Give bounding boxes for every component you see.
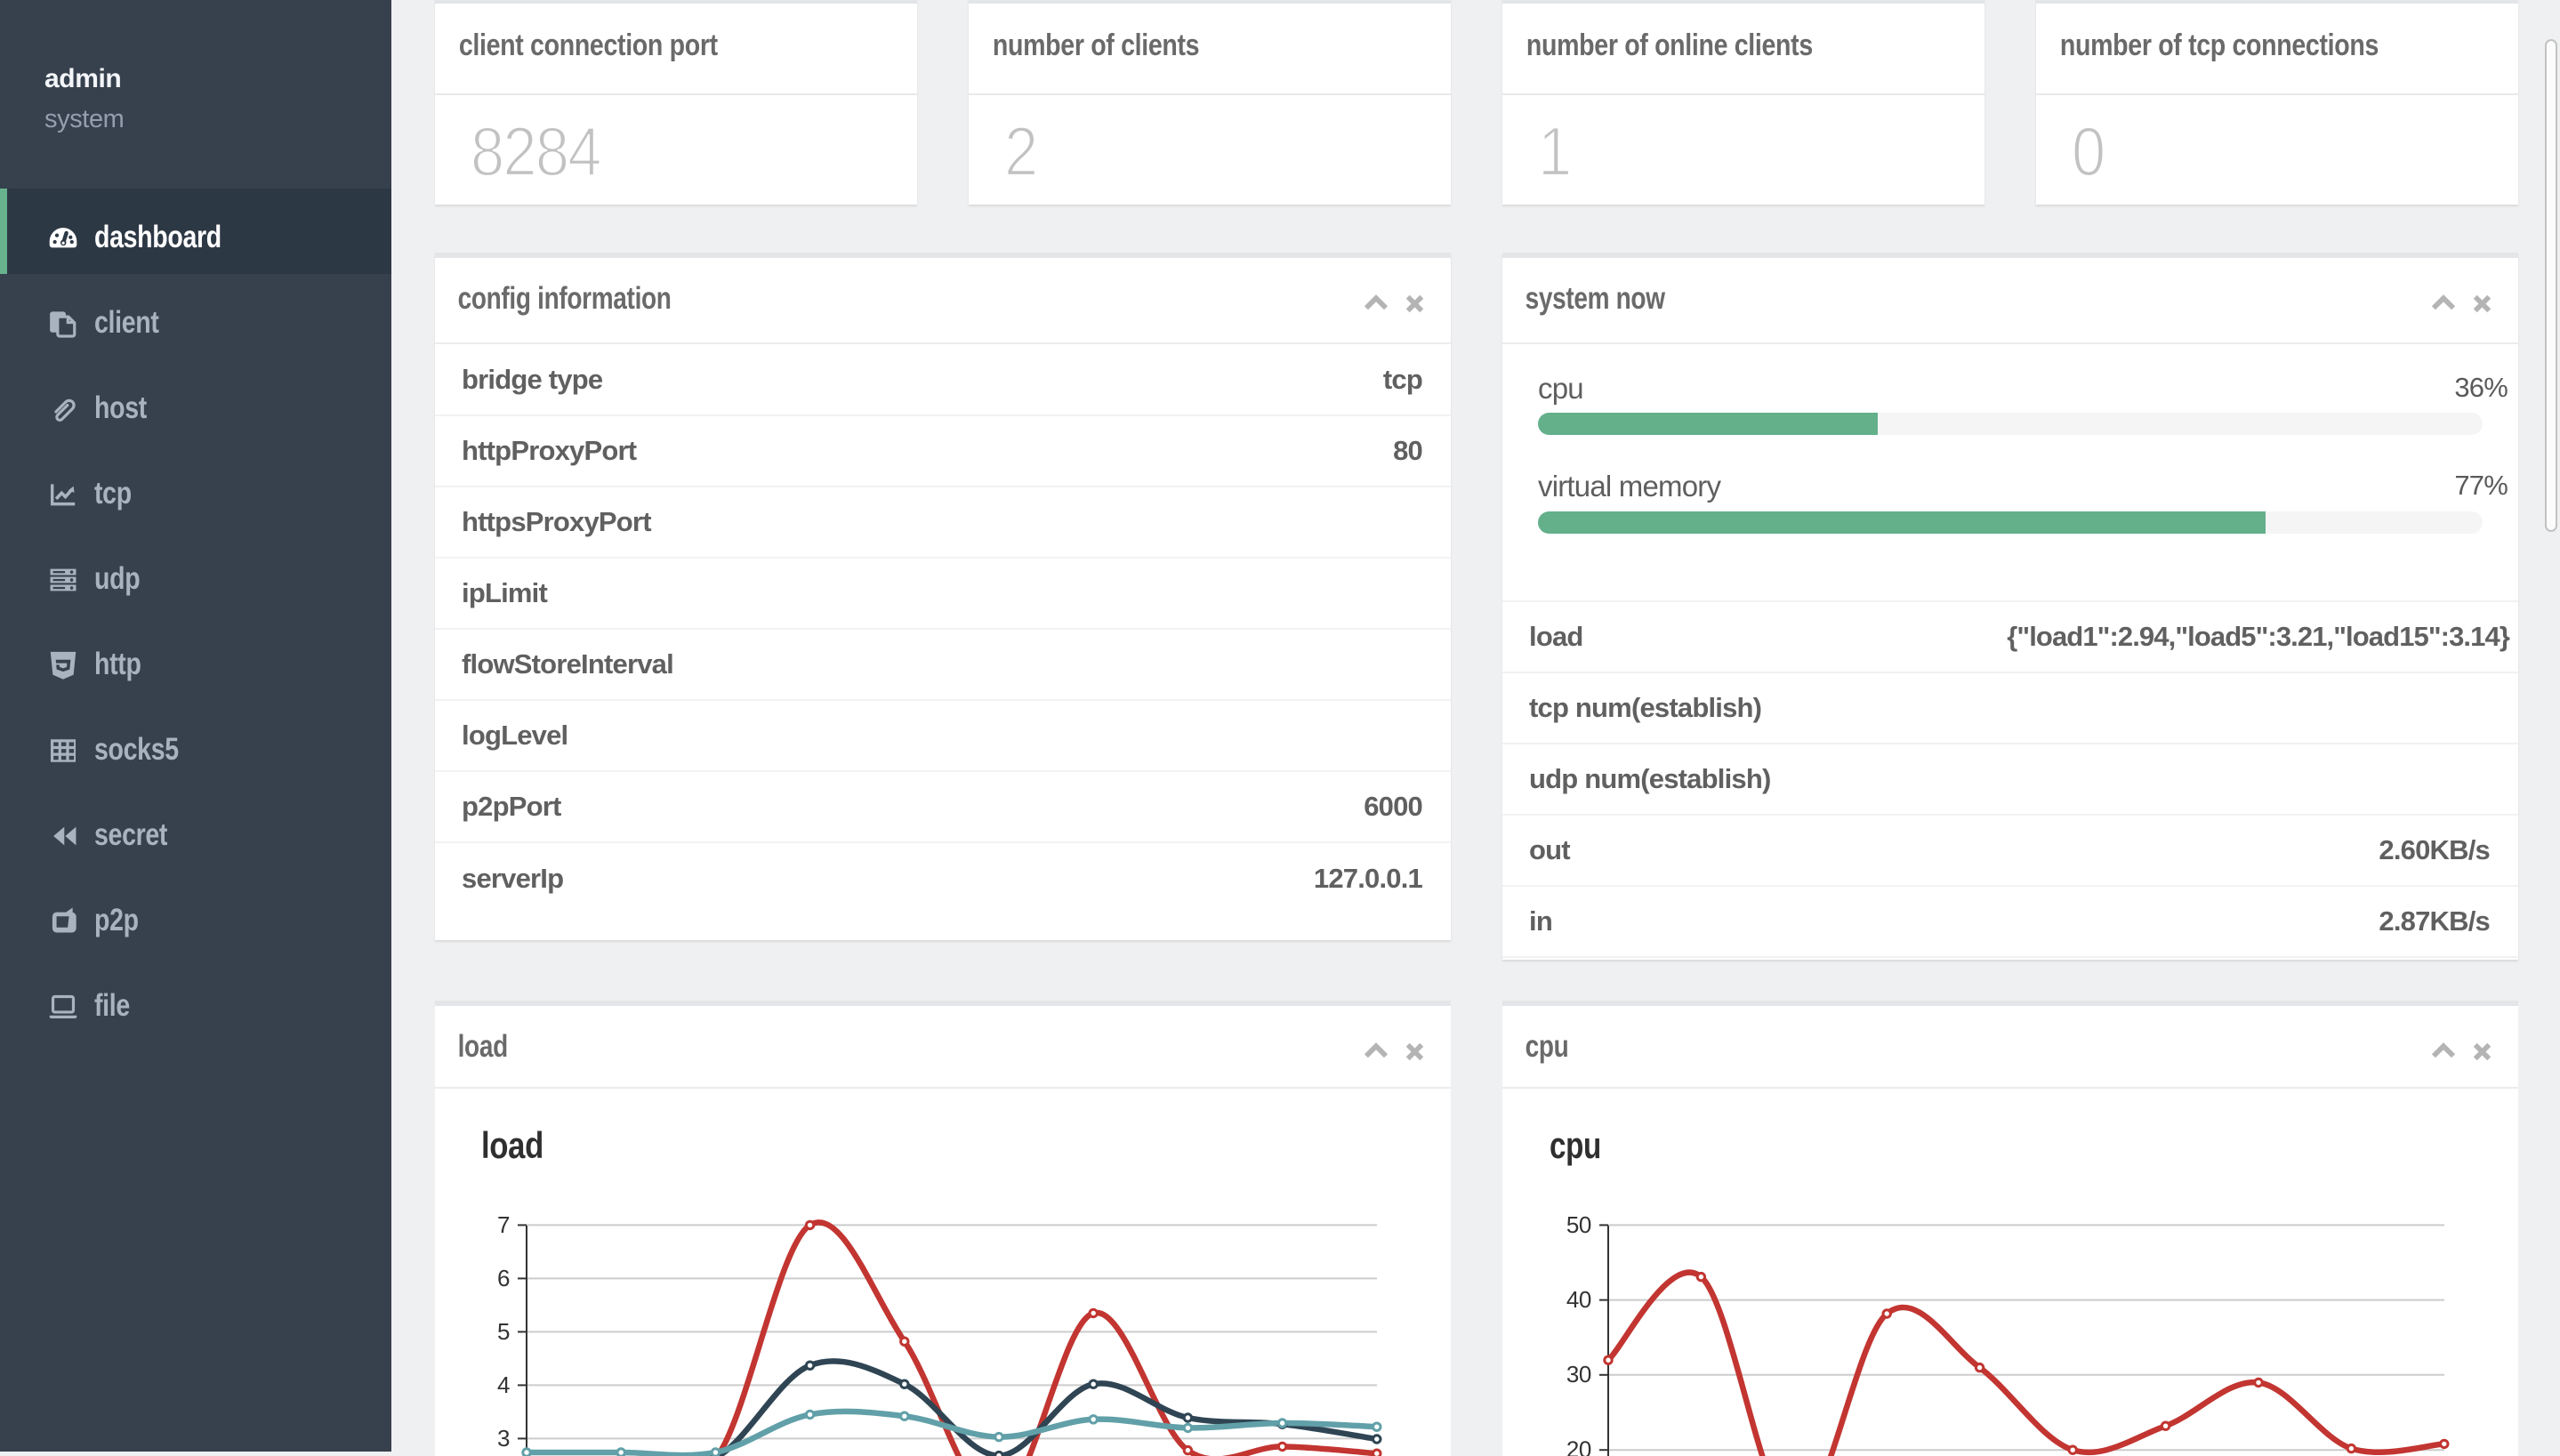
svg-text:3: 3 [497,1425,510,1452]
svg-text:5: 5 [497,1318,510,1345]
svg-text:20: 20 [1566,1436,1591,1456]
svg-text:50: 50 [1566,1211,1591,1238]
svg-text:6: 6 [497,1265,510,1291]
svg-text:4: 4 [497,1372,510,1398]
svg-text:30: 30 [1566,1361,1591,1388]
svg-text:40: 40 [1566,1286,1591,1313]
svg-text:7: 7 [497,1211,510,1238]
svg-text:cpu: cpu [1550,1124,1601,1166]
svg-text:load: load [481,1124,543,1166]
